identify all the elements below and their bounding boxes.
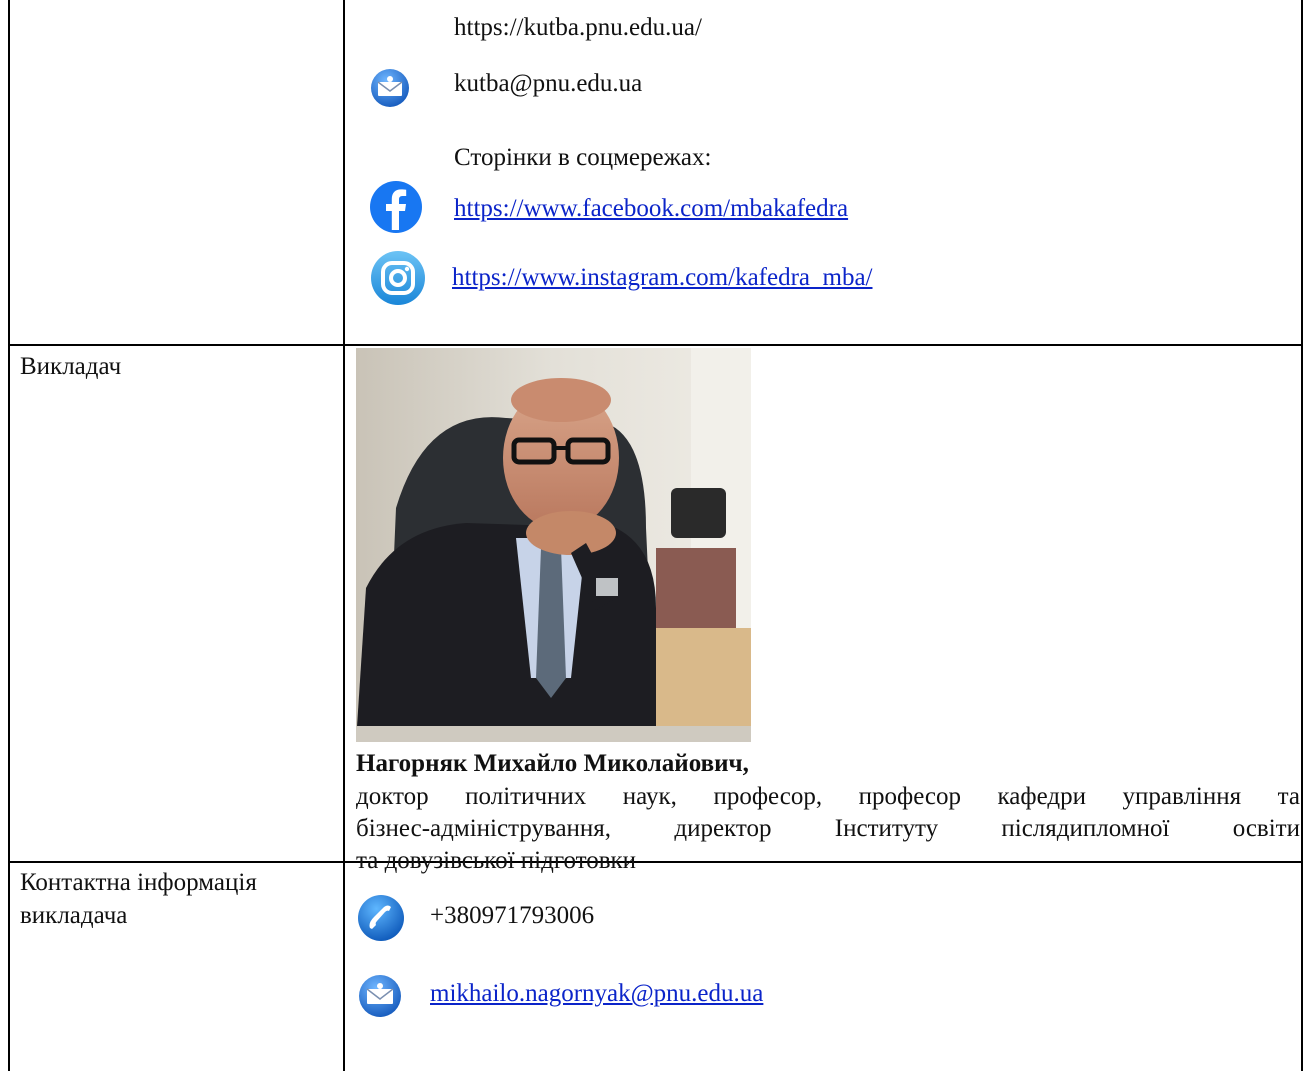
phone-icon	[356, 893, 406, 948]
teacher-bio-line: та довузівської підготовки	[356, 847, 637, 874]
contact-label: викладача	[20, 902, 128, 929]
table-border-left	[8, 0, 10, 1071]
social-heading: Сторінки в соцмережах:	[454, 144, 712, 171]
teacher-email-link[interactable]: mikhailo.nagornyak@pnu.edu.ua	[430, 978, 763, 1010]
teacher-photo	[356, 348, 751, 742]
teacher-bio-line: доктор політичних наук, професор, профес…	[356, 783, 1300, 810]
contact-label: Контактна інформація	[20, 869, 257, 896]
envelope-icon	[370, 64, 410, 117]
envelope-icon	[357, 972, 403, 1025]
instagram-link[interactable]: https://www.instagram.com/kafedra_mba/	[452, 262, 873, 294]
facebook-link[interactable]: https://www.facebook.com/mbakafedra	[454, 193, 848, 225]
teacher-name: Нагорняк Михайло Миколайович,	[356, 750, 749, 777]
table-row-divider	[8, 344, 1303, 346]
teacher-label: Викладач	[20, 353, 122, 380]
teacher-bio: доктор політичних наук, професор, профес…	[356, 781, 1300, 877]
teacher-phone[interactable]: +380971793006	[430, 900, 594, 932]
document-page: https://kutba.pnu.edu.ua/ kutba@pnu.edu.…	[0, 0, 1303, 1071]
teacher-bio-line: бізнес-адміністрування, директор Інститу…	[356, 815, 1300, 842]
department-email[interactable]: kutba@pnu.edu.ua	[454, 68, 642, 100]
facebook-icon[interactable]	[369, 180, 423, 239]
department-website: https://kutba.pnu.edu.ua/	[454, 14, 702, 41]
instagram-icon[interactable]	[370, 250, 426, 311]
table-column-divider	[343, 0, 345, 1071]
